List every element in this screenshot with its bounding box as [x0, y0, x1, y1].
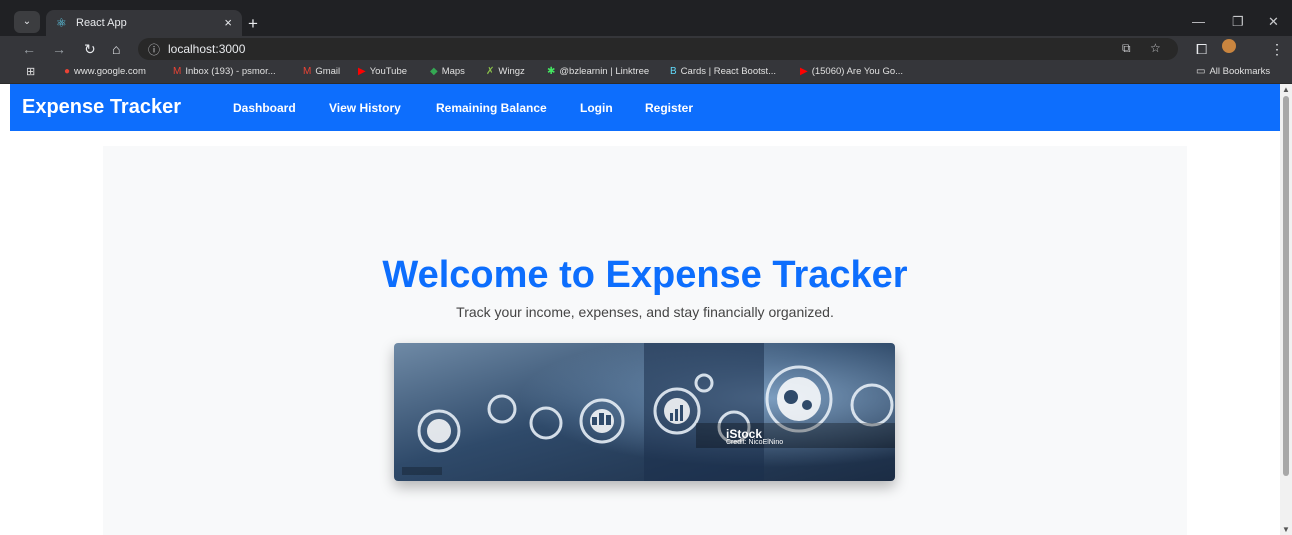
bookmark-wingz[interactable]: ✗ Wingz	[486, 66, 525, 77]
tab-close-icon[interactable]: ×	[224, 15, 232, 30]
close-window-button[interactable]: ✕	[1268, 14, 1279, 30]
address-bar[interactable]: ⓘ localhost:3000 ⧉ ☆	[138, 38, 1178, 60]
tab-search-button[interactable]: ⌄	[14, 11, 40, 33]
tab-bar: ⌄ ⚛ React App × + — ❐ ✕	[0, 10, 1292, 36]
nav-dashboard[interactable]: Dashboard	[233, 101, 296, 115]
url-text: localhost:3000	[168, 42, 246, 56]
extensions-icon[interactable]: ⧠	[1196, 41, 1207, 58]
react-icon: ⚛	[56, 16, 67, 30]
bookmark-youtube-video[interactable]: ▶ (15060) Are You Go...	[800, 66, 903, 77]
brand-logo[interactable]: Expense Tracker	[22, 96, 181, 119]
new-tab-button[interactable]: +	[248, 14, 258, 34]
bootstrap-icon: B	[670, 66, 677, 77]
page-subtitle: Track your income, expenses, and stay fi…	[456, 304, 834, 320]
maps-icon: ◆	[430, 66, 438, 77]
reload-icon[interactable]: ↻	[84, 41, 96, 58]
youtube-icon: ▶	[358, 66, 366, 77]
tab-react-app[interactable]: ⚛ React App ×	[46, 10, 242, 36]
bookmarks-bar: ⊞ ● www.google.com M Inbox (193) - psmor..…	[0, 62, 1292, 84]
wingz-icon: ✗	[486, 66, 495, 77]
scroll-down-icon[interactable]: ▼	[1282, 525, 1290, 534]
page-scrollbar[interactable]: ▲ ▼	[1280, 84, 1292, 535]
restore-button[interactable]: ❐	[1232, 14, 1244, 30]
tab-title: React App	[76, 17, 127, 29]
gmail-icon: M	[303, 66, 312, 77]
folder-icon: ▭	[1196, 66, 1206, 77]
hero-image: iStock Credit: NicoElNino	[394, 343, 895, 481]
bookmark-linktree[interactable]: ✱ @bzlearnin | Linktree	[547, 66, 649, 77]
nav-view-history[interactable]: View History	[329, 101, 401, 115]
bookmark-bootstrap[interactable]: B Cards | React Bootst...	[670, 66, 776, 77]
scroll-up-icon[interactable]: ▲	[1282, 85, 1290, 94]
nav-login[interactable]: Login	[580, 101, 613, 115]
browser-toolbar: ← → ↻ ⌂ ⓘ localhost:3000 ⧉ ☆ ⧠ ⋮	[0, 36, 1292, 62]
bookmark-maps[interactable]: ◆ Maps	[430, 66, 465, 77]
profile-avatar[interactable]	[1222, 39, 1236, 53]
bookmark-google[interactable]: ● www.google.com	[64, 66, 146, 77]
gmail-icon: M	[173, 66, 182, 77]
page-title: Welcome to Expense Tracker	[382, 254, 908, 296]
bookmark-youtube[interactable]: ▶ YouTube	[358, 66, 407, 77]
all-bookmarks[interactable]: ▭ All Bookmarks	[1196, 66, 1270, 77]
bookmark-gmail[interactable]: M Gmail	[303, 66, 340, 77]
cast-icon[interactable]: ⧉	[1122, 41, 1131, 56]
nav-remaining-balance[interactable]: Remaining Balance	[436, 101, 547, 115]
browser-chrome: ⌄ ⚛ React App × + — ❐ ✕ ← → ↻ ⌂ ⓘ localh…	[0, 0, 1292, 84]
google-icon: ●	[64, 66, 71, 77]
home-icon[interactable]: ⌂	[112, 41, 120, 57]
bookmark-inbox[interactable]: M Inbox (193) - psmor...	[173, 66, 276, 77]
menu-icon[interactable]: ⋮	[1270, 41, 1284, 58]
apps-icon[interactable]: ⊞	[26, 65, 35, 78]
image-credit: Credit: NicoElNino	[726, 439, 784, 446]
app-navbar: Expense Tracker Dashboard View History R…	[10, 84, 1280, 131]
scrollbar-thumb[interactable]	[1283, 96, 1289, 476]
site-info-icon[interactable]: ⓘ	[148, 41, 160, 58]
youtube-icon: ▶	[800, 66, 808, 77]
linktree-icon: ✱	[547, 66, 556, 77]
gears-illustration	[394, 343, 895, 481]
hero-section: Welcome to Expense Tracker Track your in…	[103, 146, 1187, 535]
forward-icon[interactable]: →	[52, 41, 66, 57]
minimize-button[interactable]: —	[1192, 14, 1205, 29]
back-icon[interactable]: ←	[22, 41, 36, 57]
bookmark-star-icon[interactable]: ☆	[1150, 41, 1161, 55]
nav-register[interactable]: Register	[645, 101, 693, 115]
